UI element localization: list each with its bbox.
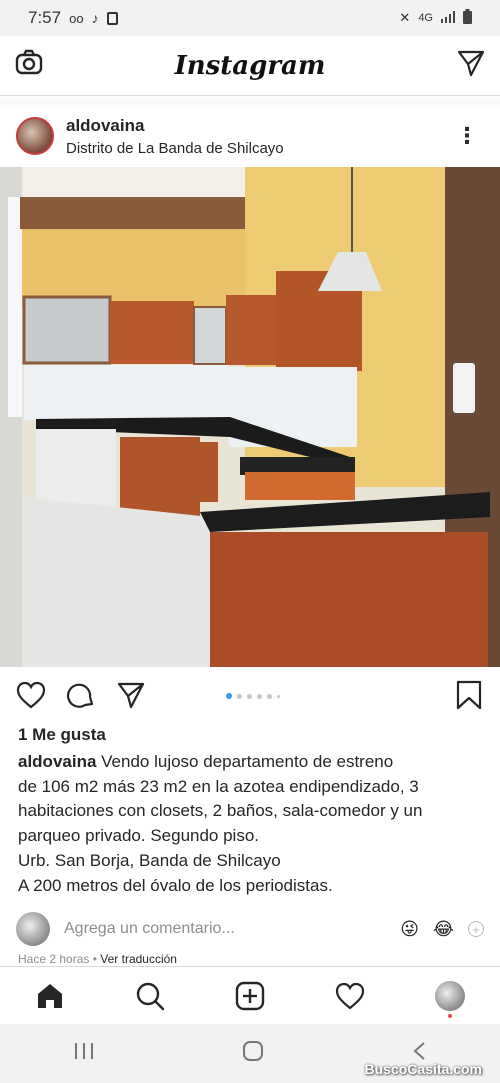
timestamp-separator: • — [92, 952, 97, 966]
camera-icon[interactable] — [14, 48, 44, 83]
caption-line: parqueo privado. Segundo piso. — [18, 826, 260, 846]
network-type: 4G — [418, 12, 433, 24]
tiktok-icon: ♪ — [91, 10, 99, 26]
recent-apps-icon[interactable] — [74, 1042, 94, 1065]
signal-icon — [441, 10, 455, 26]
screenshot-icon — [106, 11, 118, 25]
activity-icon[interactable] — [330, 976, 370, 1016]
home-icon[interactable] — [30, 976, 70, 1016]
caption-line: A 200 metros del óvalo de los periodista… — [18, 875, 333, 895]
system-nav-bar: BuscoCasita.com — [0, 1024, 500, 1083]
caption-text: Vendo lujoso departamento de estreno — [101, 752, 394, 771]
post-photo[interactable] — [0, 167, 500, 667]
status-bar: 7:57 oo ♪ ✕ 4G — [0, 0, 500, 36]
carousel-dot — [267, 693, 272, 699]
time-ago: Hace 2 horas — [18, 952, 90, 966]
emoji-joy-icon[interactable]: 😂 — [433, 919, 454, 940]
feed-divider — [0, 97, 500, 105]
caption-line: Urb. San Borja, Banda de Shilcayo — [18, 850, 281, 870]
post-caption: aldovaina Vendo lujoso departamento de e… — [18, 750, 480, 898]
post-location[interactable]: Distrito de La Banda de Shilcayo — [66, 140, 284, 157]
voicemail-icon: oo — [69, 10, 84, 26]
post-meta: aldovaina Distrito de La Banda de Shilca… — [66, 116, 284, 157]
comment-input[interactable]: Agrega un comentario... — [64, 920, 235, 938]
caption-line: de 106 m2 más 23 m2 en la azotea endipen… — [18, 776, 419, 796]
share-icon[interactable] — [116, 680, 146, 710]
bookmark-icon[interactable] — [456, 680, 482, 715]
see-translation-link[interactable]: Ver traducción — [100, 952, 177, 966]
new-post-icon[interactable] — [230, 976, 270, 1016]
carousel-dot — [277, 694, 280, 698]
add-emoji-icon[interactable]: + — [468, 921, 484, 937]
watermark: BuscoCasita.com — [364, 1061, 482, 1077]
status-time: 7:57 — [28, 8, 62, 27]
search-icon[interactable] — [130, 976, 170, 1016]
caption-line: aldovaina Vendo lujoso departamento de e… — [18, 750, 480, 775]
add-comment-row: Agrega un comentario... 😜 😂 + — [0, 910, 500, 948]
notification-dot — [448, 1013, 452, 1018]
app-header: Instagram — [0, 36, 500, 96]
bottom-nav — [0, 966, 500, 1024]
carousel-dot-active — [226, 693, 232, 699]
home-button-icon[interactable] — [242, 1040, 264, 1067]
carousel-dot — [257, 693, 262, 699]
profile-tab[interactable] — [430, 976, 470, 1018]
carousel-dot — [237, 693, 242, 699]
carousel-indicator — [226, 693, 280, 699]
caption-username[interactable]: aldovaina — [18, 752, 96, 771]
post-username[interactable]: aldovaina — [66, 116, 284, 136]
kitchen-photo-illustration — [0, 167, 500, 667]
likes-count[interactable]: 1 Me gusta — [18, 725, 106, 745]
heart-icon[interactable] — [16, 680, 46, 710]
battery-icon — [463, 9, 472, 27]
commenter-avatar — [16, 912, 50, 946]
post-header: aldovaina Distrito de La Banda de Shilca… — [0, 105, 500, 167]
app-logo: Instagram — [174, 50, 326, 81]
post-actions — [0, 667, 500, 723]
post-timestamp: Hace 2 horas • Ver traducción — [18, 952, 177, 966]
caption-line: habitaciones con closets, 2 baños, sala-… — [18, 801, 423, 821]
comment-icon[interactable] — [66, 680, 96, 710]
direct-message-icon[interactable] — [456, 48, 486, 83]
user-avatar[interactable] — [16, 117, 54, 155]
profile-avatar — [435, 980, 465, 1011]
mute-icon: ✕ — [399, 10, 411, 25]
carousel-dot — [247, 693, 252, 699]
emoji-wink-tongue-icon[interactable]: 😜 — [400, 919, 419, 940]
more-options-icon[interactable]: ⋮ — [450, 121, 484, 151]
